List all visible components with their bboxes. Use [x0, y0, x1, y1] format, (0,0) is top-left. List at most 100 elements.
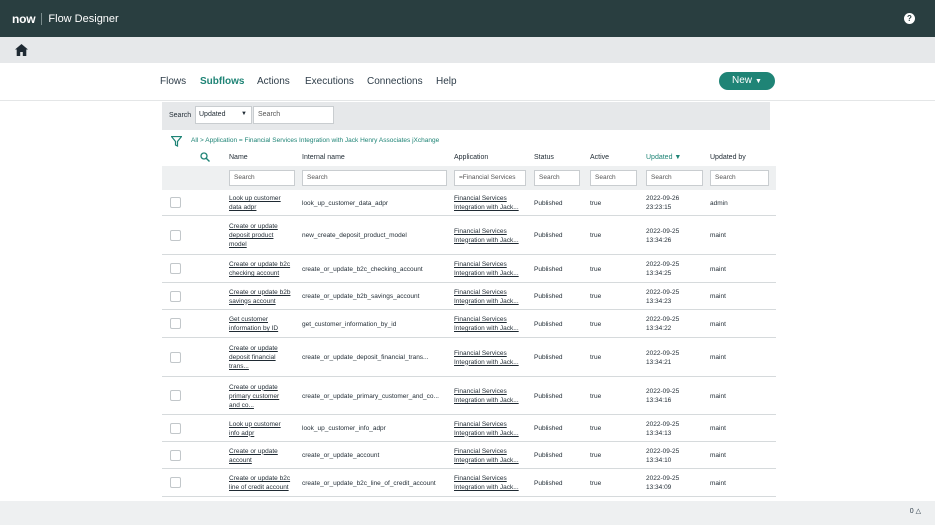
- row-checkbox[interactable]: [170, 229, 181, 241]
- col-header-updated[interactable]: Updated ▼: [646, 154, 681, 161]
- cell-line: Financial Services: [454, 420, 507, 428]
- row-application-link[interactable]: Financial Services Integration with Jack.…: [454, 315, 519, 333]
- col-header-active[interactable]: Active: [590, 154, 609, 161]
- row-updated-by: maint: [710, 293, 726, 300]
- row-checkbox[interactable]: [170, 390, 181, 401]
- row-application-link[interactable]: Financial Services Integration with Jack.…: [454, 288, 519, 306]
- row-checkbox[interactable]: [170, 351, 181, 363]
- search-field-select[interactable]: Updated ▼: [195, 106, 252, 124]
- row-updated: 2022-09-25 13:34:26: [646, 227, 679, 245]
- filter-internal-name-input[interactable]: Search: [302, 170, 447, 186]
- row-application-link[interactable]: Financial Services Integration with Jack.…: [454, 474, 519, 492]
- cell-line: Integration with Jack...: [454, 456, 519, 464]
- new-button[interactable]: New ▼: [719, 72, 775, 90]
- row-name-link[interactable]: Create or update account: [229, 447, 278, 465]
- row-name-link[interactable]: Create or update b2c checking account: [229, 260, 290, 278]
- cell-line: Create or update: [229, 223, 278, 230]
- row-application-link[interactable]: Financial Services Integration with Jack.…: [454, 194, 519, 212]
- logo-divider: [41, 12, 43, 25]
- cell-line: Create or update b2c: [229, 261, 291, 268]
- row-updated: 2022-09-25 13:34:10: [646, 447, 679, 465]
- row-checkbox[interactable]: [170, 477, 181, 488]
- cell-line: Financial Services: [454, 195, 507, 202]
- row-internal-name: create_or_update_b2c_checking_account: [302, 265, 423, 273]
- row-internal-name: look_up_customer_data_adpr: [302, 199, 389, 207]
- row-updated-by: maint: [710, 354, 726, 361]
- tab-flows[interactable]: Flows: [160, 76, 186, 87]
- row-status: Published: [534, 354, 563, 361]
- cell-line: 13:34:16: [646, 397, 672, 404]
- filter-application-input[interactable]: =Financial Services: [454, 170, 526, 186]
- row-application-link[interactable]: Financial Services Integration with Jack.…: [454, 227, 519, 245]
- row-checkbox[interactable]: [170, 263, 181, 274]
- cell-line: data adpr: [229, 204, 257, 211]
- app-title: Flow Designer: [48, 12, 119, 25]
- col-header-internal-name[interactable]: Internal name: [302, 154, 345, 161]
- cell-line: Financial Services: [454, 388, 507, 395]
- cell-line: Financial Services: [454, 349, 507, 357]
- search-icon[interactable]: [200, 152, 210, 162]
- row-active: true: [590, 425, 602, 432]
- home-icon[interactable]: [15, 44, 28, 56]
- breadcrumb[interactable]: All > Application = Financial Services I…: [191, 137, 439, 144]
- row-application-link[interactable]: Financial Services Integration with Jack.…: [454, 420, 519, 438]
- tab-subflows[interactable]: Subflows: [200, 76, 244, 87]
- tab-executions[interactable]: Executions: [305, 76, 354, 87]
- cell-line: Financial Services: [454, 261, 507, 268]
- row-updated: 2022-09-25 13:34:21: [646, 349, 679, 367]
- filter-updated-input[interactable]: Search: [646, 170, 703, 186]
- tab-connections[interactable]: Connections: [367, 76, 423, 87]
- filter-icon[interactable]: [171, 136, 182, 147]
- row-name-link[interactable]: Look up customer data adpr: [229, 194, 281, 212]
- filter-status-input[interactable]: Search: [534, 170, 580, 186]
- search-input[interactable]: Search: [253, 106, 334, 124]
- row-application-link[interactable]: Financial Services Integration with Jack.…: [454, 349, 519, 367]
- row-updated-by: maint: [710, 479, 726, 487]
- row-name-link[interactable]: Create or update deposit financial trans..…: [229, 344, 278, 371]
- cell-line: Create or update b2c: [229, 475, 291, 482]
- filter-active-input[interactable]: Search: [590, 170, 637, 186]
- col-header-status[interactable]: Status: [534, 154, 554, 161]
- chevron-down-icon: ▼: [755, 78, 762, 85]
- cell-line: 13:34:21: [646, 358, 672, 366]
- filter-updated-by-input[interactable]: Search: [710, 170, 769, 186]
- row-updated: 2022-09-26 23:23:15: [646, 194, 679, 212]
- tab-help[interactable]: Help: [436, 76, 457, 87]
- row-active: true: [590, 320, 602, 328]
- row-application-link[interactable]: Financial Services Integration with Jack.…: [454, 387, 519, 405]
- cell-line: 2022-09-25: [646, 475, 680, 482]
- row-checkbox[interactable]: [170, 449, 181, 461]
- servicenow-logo[interactable]: now: [12, 12, 36, 26]
- footer-status[interactable]: 0 △: [910, 507, 921, 515]
- row-name-link[interactable]: Create or update b2c line of credit accou…: [229, 474, 290, 492]
- row-status: Published: [534, 425, 563, 432]
- row-name-link[interactable]: Create or update deposit product model: [229, 222, 278, 249]
- row-name-link[interactable]: Look up customer info adpr: [229, 420, 281, 438]
- cell-line: Integration with Jack...: [454, 397, 519, 404]
- row-checkbox[interactable]: [170, 290, 181, 302]
- help-icon[interactable]: ?: [904, 13, 915, 24]
- cell-line: Integration with Jack...: [454, 270, 519, 277]
- search-label: Search: [169, 112, 192, 119]
- nav-bar: [0, 63, 935, 101]
- row-active: true: [590, 232, 602, 239]
- col-header-application[interactable]: Application: [454, 154, 488, 161]
- row-checkbox[interactable]: [170, 422, 181, 434]
- cell-line: deposit product: [229, 232, 274, 239]
- row-name-link[interactable]: Create or update primary customer and co..…: [229, 383, 279, 410]
- row-name-link[interactable]: Get customer information by ID: [229, 315, 278, 333]
- cell-line: account: [229, 456, 252, 464]
- cell-line: Look up customer: [229, 195, 281, 202]
- row-application-link[interactable]: Financial Services Integration with Jack.…: [454, 260, 519, 278]
- row-name-link[interactable]: Create or update b2b savings account: [229, 288, 290, 306]
- filter-name-input[interactable]: Search: [229, 170, 295, 186]
- row-checkbox[interactable]: [170, 197, 181, 208]
- row-application-link[interactable]: Financial Services Integration with Jack.…: [454, 447, 519, 465]
- col-header-name[interactable]: Name: [229, 154, 248, 161]
- cell-line: primary customer: [229, 392, 280, 400]
- tab-actions[interactable]: Actions: [257, 76, 290, 87]
- row-active: true: [590, 265, 602, 273]
- row-checkbox[interactable]: [170, 318, 181, 329]
- col-header-updated-by[interactable]: Updated by: [710, 154, 746, 161]
- bell-icon[interactable]: △: [914, 508, 921, 515]
